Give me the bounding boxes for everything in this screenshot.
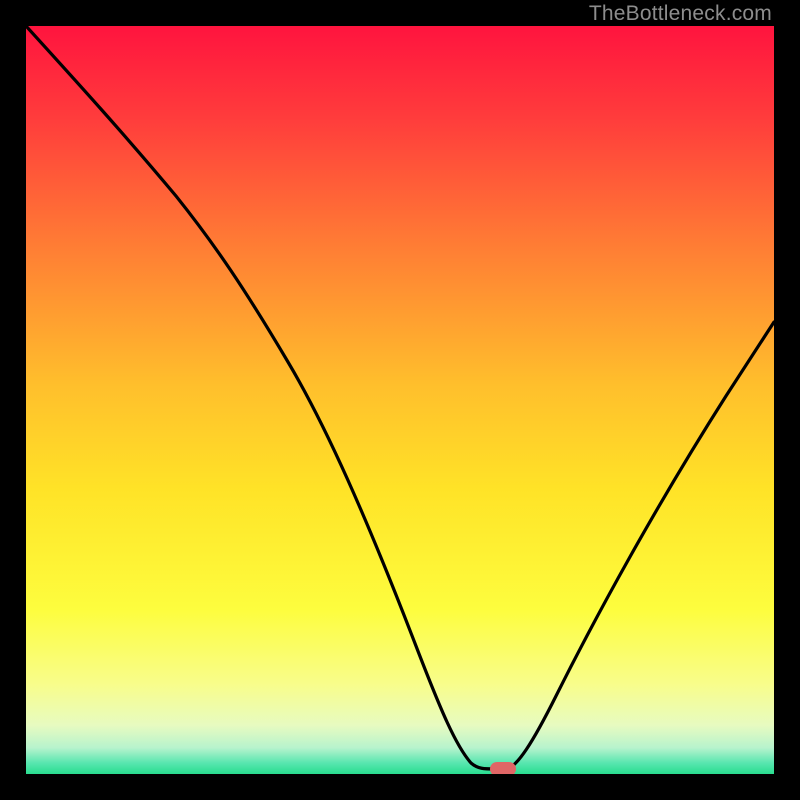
watermark-text: TheBottleneck.com [589, 2, 772, 26]
gradient-background [26, 26, 774, 774]
current-config-marker [490, 762, 516, 774]
plot-area [26, 26, 774, 774]
chart-svg [26, 26, 774, 774]
